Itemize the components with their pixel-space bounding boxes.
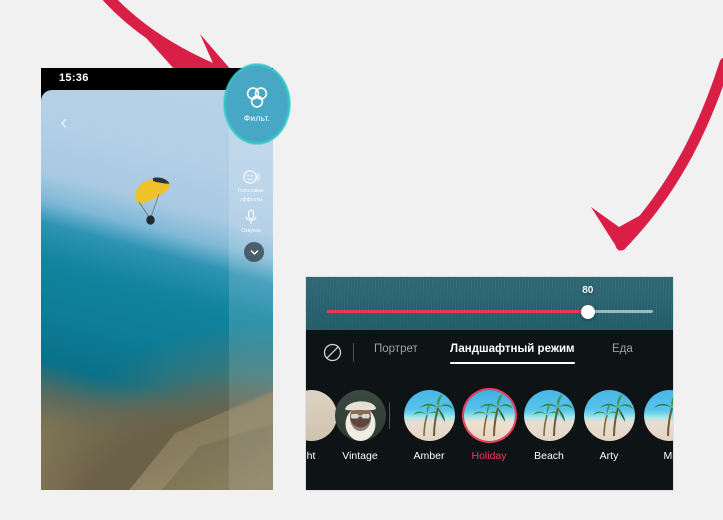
filter-item-beach[interactable]: Beach: [520, 390, 578, 462]
filter-item-vintage[interactable]: Vintage: [331, 390, 389, 462]
filter-thumbnail: [523, 390, 575, 441]
tool-rail: Голосовые эффекты Озвучка: [229, 90, 273, 490]
slider-track-fill: [327, 310, 588, 313]
filter-name: Amber: [413, 450, 445, 462]
screenshot-stage: 15:36 ‹ Голосовые эффекты Озвучка Фильт.…: [0, 0, 723, 520]
filter-item-arty[interactable]: Arty: [580, 390, 638, 462]
tab-landscape-label: Ландшафтный режим: [450, 343, 575, 355]
arrow-pointing-to-filter-panel: [591, 57, 723, 251]
filter-thumbnail-list: ht Vintage Amber Holiday Beach Arty M: [306, 376, 673, 490]
smiley-sound-icon: [243, 170, 260, 184]
voiceover-label: Озвучка: [241, 228, 261, 234]
filter-thumbnail: [403, 390, 455, 441]
chevron-down-icon: [250, 249, 258, 255]
active-tab-underline: [450, 362, 575, 364]
camera-preview: ‹ Голосовые эффекты Озвучка: [41, 90, 273, 490]
tab-portrait[interactable]: Портрет: [374, 343, 418, 355]
voice-effects-label-line1: Голосовые: [237, 188, 265, 194]
filter-item-amber[interactable]: Amber: [400, 390, 458, 462]
tab-landscape[interactable]: Ландшафтный режим: [450, 343, 575, 364]
tab-portrait-label: Портрет: [374, 343, 418, 355]
microphone-icon: [245, 209, 257, 224]
no-filter-circle-slash-icon[interactable]: [323, 343, 342, 362]
thumbnail-group-divider: [389, 402, 390, 429]
filter-thumbnail: [643, 390, 673, 441]
filter-button-label: Фильт.: [243, 112, 271, 123]
intensity-slider[interactable]: 80: [306, 277, 673, 330]
filter-name: Mi: [663, 450, 673, 462]
filter-item-holiday[interactable]: Holiday: [460, 390, 518, 462]
slider-knob[interactable]: [580, 304, 595, 319]
filter-thumbnail: [583, 390, 635, 441]
filter-category-tabs: Портрет Ландшафтный режим Еда: [306, 330, 673, 376]
filter-button[interactable]: Фильт.: [224, 64, 290, 144]
filter-name: Beach: [534, 450, 564, 462]
filter-panel: 80 Портрет Ландшафтный режим Еда ht Vint…: [306, 277, 673, 490]
voice-effects-label-line2: эффекты: [239, 196, 263, 203]
filter-name: Arty: [599, 450, 619, 462]
filter-thumbnail: [334, 390, 386, 441]
voice-effects-button[interactable]: Голосовые эффекты: [229, 168, 273, 203]
status-bar-clock: 15:36: [59, 72, 89, 84]
collapse-tools-button[interactable]: [244, 242, 264, 262]
slider-value-label: 80: [582, 285, 594, 296]
filter-thumbnail: [463, 390, 515, 441]
tab-food-label: Еда: [612, 343, 633, 355]
filter-item-mist[interactable]: Mi: [640, 390, 673, 462]
back-button[interactable]: ‹: [53, 112, 75, 134]
tab-food[interactable]: Еда: [612, 343, 633, 355]
filter-name: Vintage: [342, 450, 378, 462]
filter-name: Holiday: [471, 450, 507, 462]
voiceover-button[interactable]: Озвучка: [229, 208, 273, 235]
paraglider-graphic: [135, 177, 170, 225]
three-circles-filter-icon: [246, 86, 268, 108]
tab-divider: [353, 343, 354, 362]
